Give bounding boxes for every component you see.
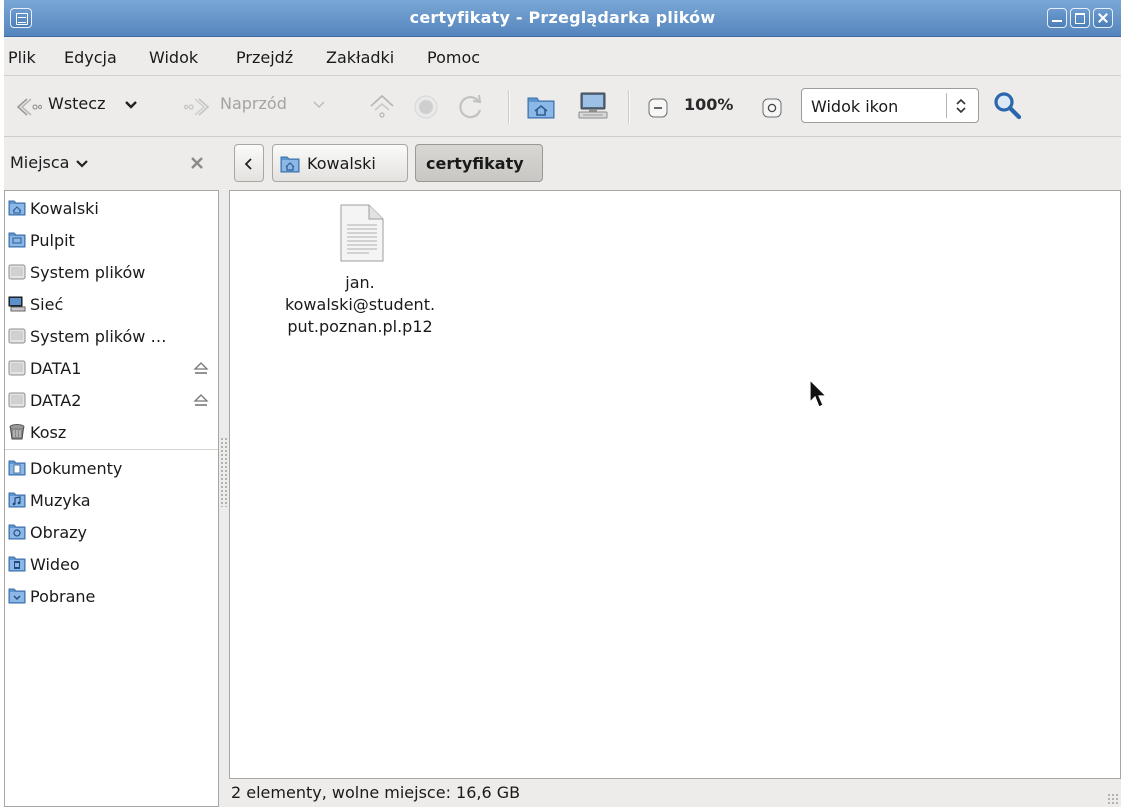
places-dropdown[interactable]: Miejsca <box>10 153 89 172</box>
sidebar-item-pobrane[interactable]: Pobrane <box>5 581 218 611</box>
path-scroll-left-button[interactable] <box>234 144 264 182</box>
back-button[interactable]: Wstecz <box>10 84 162 128</box>
toolbar-separator <box>508 90 510 124</box>
home-folder-icon <box>280 156 300 173</box>
documents-folder-icon <box>8 460 26 476</box>
back-arrow-icon <box>16 98 42 116</box>
music-folder-icon <box>8 492 26 508</box>
sidebar-item-muzyka[interactable]: Muzyka <box>5 485 218 515</box>
path-item-label: Kowalski <box>307 154 376 173</box>
drive-icon <box>8 392 26 408</box>
path-item-label: certyfikaty <box>426 154 524 173</box>
zoom-level: 100% <box>684 95 734 114</box>
places-header: Miejsca <box>4 137 226 190</box>
path-item-certyfikaty[interactable]: certyfikaty <box>415 144 543 182</box>
view-mode-value: Widok ikon <box>811 97 899 116</box>
home-folder-icon <box>8 200 26 216</box>
sidebar-item-dokumenty[interactable]: Dokumenty <box>5 453 218 483</box>
computer-icon[interactable] <box>577 91 609 121</box>
menu-pomoc[interactable]: Pomoc <box>427 48 480 67</box>
reload-icon[interactable] <box>457 93 485 121</box>
toolbar: Wstecz Naprzód 100% Widok ikon <box>4 76 1121 137</box>
status-bar: 2 elementy, wolne miejsce: 16,6 GB <box>229 779 1121 807</box>
forward-button[interactable]: Naprzód <box>180 84 348 128</box>
file-item[interactable]: jan. kowalski@student. put.poznan.pl.p12 <box>250 201 470 351</box>
menu-widok[interactable]: Widok <box>149 48 198 67</box>
eject-icon[interactable] <box>193 362 209 375</box>
eject-icon[interactable] <box>193 394 209 407</box>
drive-icon <box>8 328 26 344</box>
forward-label: Naprzód <box>220 94 287 113</box>
places-sidebar: Kowalski Pulpit System plików Sieć Syste… <box>4 190 219 807</box>
menu-przejdz[interactable]: Przejdź <box>236 48 293 67</box>
up-down-chevron-icon <box>956 98 966 114</box>
window-title: certyfikaty - Przeglądarka plików <box>409 8 716 27</box>
sidebar-item-pulpit[interactable]: Pulpit <box>5 225 218 255</box>
sidebar-item-siec[interactable]: Sieć <box>5 289 218 319</box>
sidebar-item-wideo[interactable]: Wideo <box>5 549 218 579</box>
sidebar-item-system-plikow[interactable]: System plików <box>5 257 218 287</box>
sidebar-item-system-plikow-2[interactable]: System plików … <box>5 321 218 351</box>
stop-icon[interactable] <box>413 94 439 120</box>
file-manager-window: certyfikaty - Przeglądarka plików Plik E… <box>4 0 1121 807</box>
sidebar-item-kosz[interactable]: Kosz <box>5 417 218 447</box>
forward-arrow-icon <box>184 98 210 116</box>
sidebar-separator <box>5 449 218 450</box>
close-sidebar-icon[interactable] <box>190 156 204 170</box>
text-file-icon <box>340 204 384 262</box>
drive-icon <box>8 264 26 280</box>
desktop-folder-icon <box>8 232 26 248</box>
up-arrow-icon[interactable] <box>368 94 396 120</box>
chevron-left-icon <box>244 158 252 170</box>
status-text: 2 elementy, wolne miejsce: 16,6 GB <box>231 783 521 802</box>
menu-plik[interactable]: Plik <box>8 48 36 67</box>
trash-icon <box>9 424 25 440</box>
file-name: jan. kowalski@student. put.poznan.pl.p12 <box>284 273 436 336</box>
chevron-down-icon <box>313 101 325 108</box>
minimize-button[interactable] <box>1047 8 1067 28</box>
zoom-out-icon[interactable] <box>648 98 668 118</box>
home-folder-icon[interactable] <box>526 94 556 120</box>
sidebar-item-data1[interactable]: DATA1 <box>5 353 218 383</box>
pictures-folder-icon <box>8 524 26 540</box>
window-resize-grip[interactable] <box>1107 793 1119 805</box>
zoom-in-icon[interactable] <box>762 98 782 118</box>
menu-zakladki[interactable]: Zakładki <box>326 48 394 67</box>
drive-icon <box>8 360 26 376</box>
maximize-button[interactable] <box>1070 8 1090 28</box>
mouse-pointer-icon <box>809 379 828 408</box>
sidebar-item-data2[interactable]: DATA2 <box>5 385 218 415</box>
toolbar-separator <box>628 90 630 124</box>
sidebar-item-kowalski[interactable]: Kowalski <box>5 193 218 223</box>
close-button[interactable] <box>1093 8 1113 28</box>
icon-view[interactable]: jan. kowalski@student. put.poznan.pl.p12 <box>229 190 1121 779</box>
network-icon <box>8 296 26 312</box>
videos-folder-icon <box>8 556 26 572</box>
sidebar-resize-handle[interactable] <box>220 437 228 507</box>
downloads-folder-icon <box>8 588 26 604</box>
back-label: Wstecz <box>48 94 106 113</box>
menu-edycja[interactable]: Edycja <box>64 48 117 67</box>
title-bar[interactable]: certyfikaty - Przeglądarka plików <box>4 0 1121 37</box>
chevron-down-icon <box>125 101 137 109</box>
chevron-down-icon <box>75 159 88 168</box>
view-mode-select[interactable]: Widok ikon <box>801 88 979 123</box>
path-item-kowalski[interactable]: Kowalski <box>272 144 408 182</box>
menu-bar: Plik Edycja Widok Przejdź Zakładki Pomoc <box>4 37 1121 76</box>
search-icon[interactable] <box>992 90 1022 120</box>
sidebar-item-obrazy[interactable]: Obrazy <box>5 517 218 547</box>
